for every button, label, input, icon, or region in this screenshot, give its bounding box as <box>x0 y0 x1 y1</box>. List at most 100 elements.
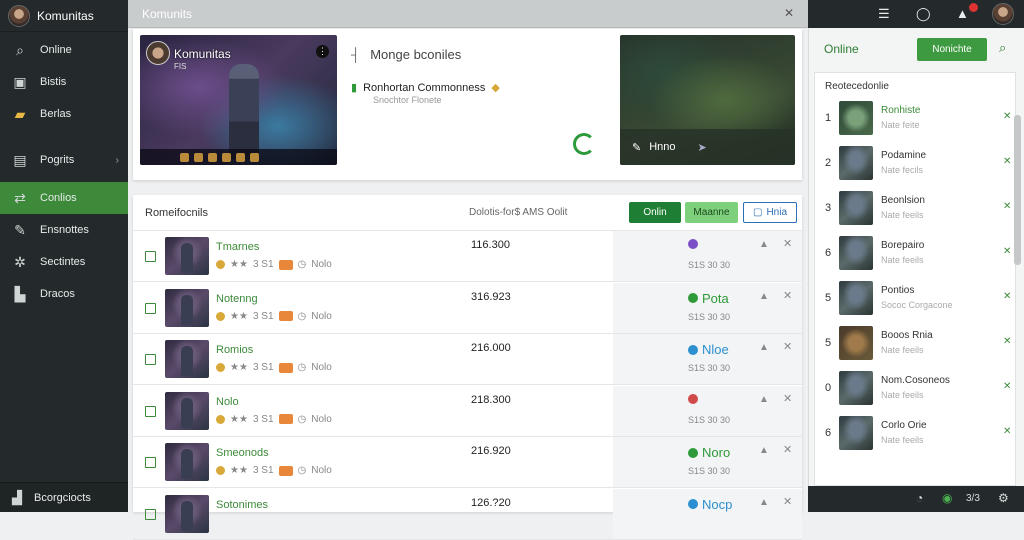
row-checkbox[interactable] <box>145 405 156 417</box>
sidebar-item-conlios[interactable]: ⇄ Conlios <box>0 182 128 214</box>
table-row[interactable]: Smeonods ★★ 3 S1 ◷ Nolo 216.920 Noro S1S… <box>133 437 802 488</box>
item-thumbnail[interactable] <box>839 371 873 405</box>
chevron-icon[interactable]: ✕ <box>1003 111 1011 122</box>
item-title[interactable]: Corlo Orie <box>881 420 927 431</box>
chevron-icon[interactable]: ✕ <box>1003 426 1011 437</box>
item-title[interactable]: Borepairo <box>881 240 924 251</box>
sidebar-bottom-item[interactable]: ▟ Bcorgciocts <box>0 482 128 512</box>
list-item[interactable]: 6 Corlo Orie Nate feeils ✕ <box>815 412 1015 457</box>
row-name[interactable]: Nolo <box>216 396 239 408</box>
avatar[interactable] <box>992 3 1014 25</box>
list-item[interactable]: 1 Ronhiste Nate feite ✕ <box>815 97 1015 142</box>
menu-icon[interactable]: ⋮ <box>316 45 329 58</box>
power-icon[interactable]: ◯ <box>916 6 931 22</box>
game-thumbnail[interactable] <box>165 494 209 533</box>
chevron-icon[interactable]: ✕ <box>1003 336 1011 347</box>
sidebar-item-label: Berlas <box>40 108 72 120</box>
row-checkbox[interactable] <box>145 457 156 468</box>
list-icon[interactable]: ☰ <box>878 6 890 22</box>
item-title[interactable]: Nom.Cosoneos <box>881 375 950 386</box>
chevron-icon[interactable]: ✕ <box>1003 156 1011 167</box>
item-thumbnail[interactable] <box>839 191 873 225</box>
row-checkbox[interactable] <box>145 251 156 262</box>
chevron-icon[interactable]: ✕ <box>1003 381 1011 392</box>
sidebar-item-dracos[interactable]: ▙ Dracos <box>0 278 128 310</box>
row-checkbox[interactable] <box>145 354 156 365</box>
item-title[interactable]: Pontios <box>881 285 914 296</box>
item-thumbnail[interactable] <box>839 101 873 135</box>
list-item[interactable]: 0 Nom.Cosoneos Nate feeils ✕ <box>815 367 1015 412</box>
row-name[interactable]: Notenng <box>216 293 258 305</box>
close-icon[interactable]: ✕ <box>783 495 792 508</box>
sidebar-item-online[interactable]: ⌕ Online <box>0 34 128 66</box>
close-icon[interactable]: ✕ <box>783 289 792 302</box>
search-icon[interactable]: ⌕ <box>999 40 1006 56</box>
game-thumbnail[interactable] <box>165 443 209 481</box>
game-thumbnail[interactable] <box>165 340 209 378</box>
list-item[interactable]: 5 Pontios Sococ Corgacone ✕ <box>815 277 1015 322</box>
list-item[interactable]: 5 Booos Rnia Nate feeils ✕ <box>815 322 1015 367</box>
close-icon[interactable]: ✕ <box>783 392 792 405</box>
pin-icon[interactable]: ▲ <box>759 497 769 508</box>
sidebar-item-bistis[interactable]: ▣ Bistis <box>0 66 128 98</box>
game-thumbnail[interactable] <box>165 237 209 275</box>
scrollbar[interactable] <box>1014 115 1021 265</box>
row-name[interactable]: Sotonimes <box>216 499 268 511</box>
sidebar-item-berlas[interactable]: ▰ Berlas <box>0 98 128 130</box>
item-thumbnail[interactable] <box>839 326 873 360</box>
list-item[interactable]: 6 Borepairo Nate feeils ✕ <box>815 232 1015 277</box>
pin-icon[interactable]: ▲ <box>759 239 769 250</box>
row-meta: ★★ 3 S1 ◷ Nolo <box>216 259 332 270</box>
table-row[interactable]: Tmarnes ★★ 3 S1 ◷ Nolo 116.300 S1S 30 30… <box>133 231 802 282</box>
game-thumbnail[interactable] <box>165 288 209 327</box>
item-thumbnail[interactable] <box>839 416 873 450</box>
settings-icon[interactable]: ⚙ <box>998 491 1009 505</box>
table-row[interactable]: Romios ★★ 3 S1 ◷ Nolo 216.000 Nloe S1S 3… <box>133 334 802 385</box>
item-title[interactable]: Beonlsion <box>881 195 925 206</box>
row-checkbox[interactable] <box>145 508 156 520</box>
online-button[interactable]: Onlin <box>629 202 681 223</box>
sidebar-item-sectintes[interactable]: ✲ Sectintes <box>0 246 128 278</box>
row-name[interactable]: Smeonods <box>216 447 269 459</box>
more-button[interactable]: ▢ Hnia <box>743 202 797 223</box>
featured-game-thumbnail[interactable]: Komunitas FIS ⋮ <box>140 35 337 165</box>
item-title[interactable]: Ronhiste <box>881 105 920 116</box>
status-icon <box>688 344 698 355</box>
item-title[interactable]: Booos Rnia <box>881 330 933 341</box>
check-icon[interactable]: ◉ <box>942 491 952 505</box>
pin-icon[interactable]: ▲ <box>759 445 769 456</box>
manage-button[interactable]: Maanne <box>685 202 738 223</box>
close-icon[interactable]: ✕ <box>783 237 792 250</box>
refresh-icon[interactable] <box>573 133 595 155</box>
table-row[interactable]: Sotonimes 126.?20 Nocp ▲ ✕ <box>133 488 802 540</box>
close-icon[interactable]: ✕ <box>783 443 792 456</box>
row-name[interactable]: Tmarnes <box>216 241 259 253</box>
chevron-icon[interactable]: ✕ <box>1003 246 1011 257</box>
stream-item[interactable]: ▮ Ronhortan Commonness ◆ <box>351 81 500 95</box>
pin-icon[interactable]: ▲ <box>759 291 769 302</box>
pin-icon[interactable]: ▲ <box>759 394 769 405</box>
sidebar-item-ensnottes[interactable]: ✎ Ensnottes <box>0 214 128 246</box>
close-icon[interactable]: ✕ <box>783 340 792 353</box>
map-thumbnail[interactable]: ✎ Hnno ➤ <box>620 35 795 165</box>
row-checkbox[interactable] <box>145 302 156 314</box>
close-icon[interactable]: ✕ <box>784 6 794 20</box>
sidebar-item-pogrits[interactable]: ▤ Pogrits › <box>0 144 128 176</box>
pin-icon[interactable]: ▲ <box>759 342 769 353</box>
item-thumbnail[interactable] <box>839 236 873 270</box>
table-row[interactable]: Notenng ★★ 3 S1 ◷ Nolo 316.923 Pota S1S … <box>133 282 802 334</box>
item-title[interactable]: Podamine <box>881 150 926 161</box>
chevron-icon[interactable]: ✕ <box>1003 201 1011 212</box>
avatar[interactable] <box>8 4 30 27</box>
item-thumbnail[interactable] <box>839 146 873 180</box>
chevron-icon[interactable]: ✕ <box>1003 291 1011 302</box>
clock-icon[interactable]: ◔ <box>916 491 923 505</box>
list-item[interactable]: 3 Beonlsion Nate feeils ✕ <box>815 187 1015 232</box>
list-item[interactable]: 2 Podamine Nate fecils ✕ <box>815 142 1015 187</box>
item-thumbnail[interactable] <box>839 281 873 315</box>
row-name[interactable]: Romios <box>216 344 253 356</box>
table-row[interactable]: Nolo ★★ 3 S1 ◷ Nolo 218.300 S1S 30 30 ▲ … <box>133 385 802 437</box>
game-thumbnail[interactable] <box>165 391 209 430</box>
bell-icon[interactable]: ▲ <box>956 6 969 21</box>
right-panel-button[interactable]: Nonichte <box>917 38 987 61</box>
